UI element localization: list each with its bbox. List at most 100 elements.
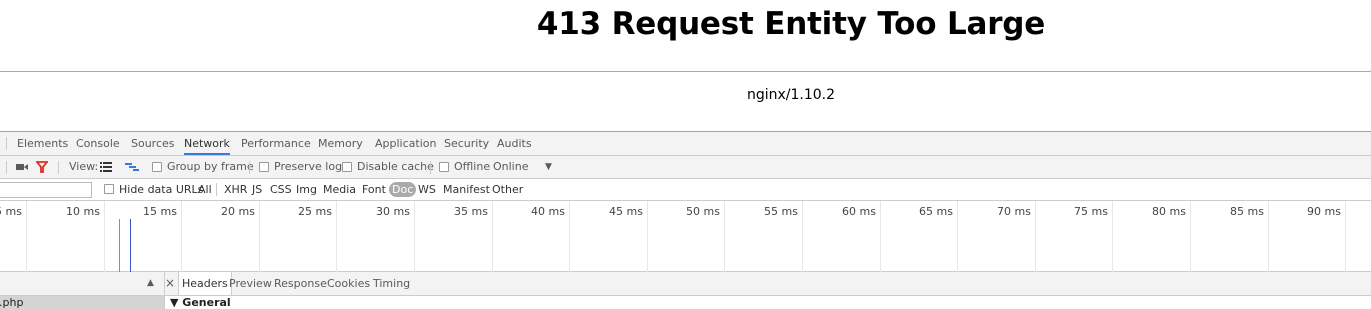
timeline-tick-label: 75 ms bbox=[1074, 205, 1108, 218]
tab-audits[interactable]: Audits bbox=[497, 132, 532, 155]
filter-type-manifest[interactable]: Manifest bbox=[443, 179, 490, 200]
devtools-panel: Elements Console Sources Network Perform… bbox=[0, 131, 1371, 309]
timeline-gridline bbox=[957, 201, 958, 272]
filter-type-all[interactable]: All bbox=[198, 179, 212, 200]
filter-type-ws[interactable]: WS bbox=[418, 179, 436, 200]
filter-type-img[interactable]: Img bbox=[296, 179, 317, 200]
tab-console[interactable]: Console bbox=[76, 132, 120, 155]
filter-type-css[interactable]: CSS bbox=[270, 179, 292, 200]
pane-divider[interactable] bbox=[164, 272, 165, 309]
timeline-tick-label: 65 ms bbox=[919, 205, 953, 218]
tab-network[interactable]: Network bbox=[184, 132, 230, 155]
timeline-tick-label: 80 ms bbox=[1152, 205, 1186, 218]
timeline-gridline bbox=[1035, 201, 1036, 272]
filter-type-font[interactable]: Font bbox=[362, 179, 386, 200]
timeline-gridline bbox=[1268, 201, 1269, 272]
tab-security[interactable]: Security bbox=[444, 132, 489, 155]
timeline-gridline bbox=[181, 201, 182, 272]
timeline-tick-label: 50 ms bbox=[686, 205, 720, 218]
filter-type-xhr[interactable]: XHR bbox=[224, 179, 247, 200]
timeline-gridline bbox=[336, 201, 337, 272]
timeline-tick-label: 85 ms bbox=[1230, 205, 1264, 218]
timeline-tick-label: 70 ms bbox=[997, 205, 1031, 218]
timeline-gridline bbox=[1345, 201, 1346, 272]
divider bbox=[216, 183, 217, 196]
divider bbox=[430, 161, 431, 174]
tab-timing[interactable]: Timing bbox=[373, 272, 410, 295]
timeline-tick-label: 25 ms bbox=[298, 205, 332, 218]
disable-cache-label: Disable cache bbox=[357, 160, 434, 173]
filter-bar: Hide data URLs All XHR JS CSS Img Media … bbox=[0, 179, 1371, 201]
timeline-tick-label: 40 ms bbox=[531, 205, 565, 218]
filter-icon[interactable] bbox=[36, 161, 48, 173]
load-event-marker bbox=[119, 219, 120, 272]
tab-memory[interactable]: Memory bbox=[318, 132, 363, 155]
timeline-gridline bbox=[492, 201, 493, 272]
timeline-tick-label: 45 ms bbox=[609, 205, 643, 218]
timeline-gridline bbox=[414, 201, 415, 272]
tab-cookies[interactable]: Cookies bbox=[327, 272, 370, 295]
preserve-log-label: Preserve log bbox=[274, 160, 343, 173]
group-by-frame-label: Group by frame bbox=[167, 160, 254, 173]
request-name: .php bbox=[0, 296, 24, 309]
video-camera-icon[interactable] bbox=[16, 162, 28, 172]
large-rows-icon[interactable] bbox=[100, 162, 112, 172]
timeline-gridline bbox=[104, 201, 105, 272]
offline-checkbox[interactable] bbox=[439, 162, 449, 172]
timeline-tick-label: 15 ms bbox=[143, 205, 177, 218]
timeline-tick-label: 10 ms bbox=[66, 205, 100, 218]
tab-performance[interactable]: Performance bbox=[241, 132, 311, 155]
sort-up-icon[interactable]: ▲ bbox=[147, 272, 154, 295]
request-row[interactable]: .php bbox=[0, 296, 164, 309]
throttling-select[interactable]: Online bbox=[493, 156, 528, 178]
tab-elements[interactable]: Elements bbox=[17, 132, 68, 155]
timeline-gridline bbox=[1112, 201, 1113, 272]
timeline-overview[interactable]: 5 ms 10 ms 15 ms 20 ms 25 ms 30 ms 35 ms 40 ms 4… bbox=[0, 201, 1371, 272]
filter-input[interactable] bbox=[0, 182, 92, 198]
timeline-tick-label: 60 ms bbox=[842, 205, 876, 218]
details-tabbar: ▲ × Headers Preview Response Cookies Tim… bbox=[0, 272, 1371, 296]
tab-headers[interactable]: Headers bbox=[178, 272, 232, 295]
timeline-tick-label: 55 ms bbox=[764, 205, 798, 218]
view-label: View: bbox=[69, 160, 99, 173]
network-toolbar: View: Group by frame Preserve log Disabl… bbox=[0, 156, 1371, 179]
devtools-tabbar: Elements Console Sources Network Perform… bbox=[0, 132, 1371, 156]
timeline-gridline bbox=[724, 201, 725, 272]
filter-type-js[interactable]: JS bbox=[252, 179, 262, 200]
filter-type-doc[interactable]: Doc bbox=[389, 182, 417, 197]
timeline-gridline bbox=[26, 201, 27, 272]
close-icon[interactable]: × bbox=[165, 272, 175, 295]
divider bbox=[249, 161, 250, 174]
horizontal-rule bbox=[0, 71, 1371, 72]
timeline-gridline bbox=[1190, 201, 1191, 272]
page-title: 413 Request Entity Too Large bbox=[536, 6, 1046, 42]
timeline-gridline bbox=[802, 201, 803, 272]
filter-type-media[interactable]: Media bbox=[323, 179, 356, 200]
divider bbox=[6, 161, 7, 174]
disable-cache-checkbox[interactable] bbox=[342, 162, 352, 172]
tab-sources[interactable]: Sources bbox=[131, 132, 175, 155]
tab-preview[interactable]: Preview bbox=[229, 272, 272, 295]
filter-type-other[interactable]: Other bbox=[492, 179, 523, 200]
server-version: nginx/1.10.2 bbox=[746, 87, 836, 103]
timeline-tick-label: 20 ms bbox=[221, 205, 255, 218]
group-by-frame-checkbox[interactable] bbox=[152, 162, 162, 172]
hide-data-urls-label: Hide data URLs bbox=[119, 183, 204, 196]
timeline-gridline bbox=[259, 201, 260, 272]
timeline-tick-label: 30 ms bbox=[376, 205, 410, 218]
timeline-gridline bbox=[647, 201, 648, 272]
timeline-gridline bbox=[880, 201, 881, 272]
timeline-tick-label: 90 ms bbox=[1307, 205, 1341, 218]
timeline-tick-label: 5 ms bbox=[0, 205, 22, 218]
hide-data-urls-checkbox[interactable] bbox=[104, 184, 114, 194]
general-section-header[interactable]: ▼ General bbox=[170, 296, 231, 309]
tab-application[interactable]: Application bbox=[375, 132, 436, 155]
timeline-gridline bbox=[569, 201, 570, 272]
divider bbox=[6, 137, 7, 150]
dom-content-loaded-marker bbox=[130, 219, 131, 272]
waterfall-icon[interactable] bbox=[125, 162, 139, 172]
offline-label: Offline bbox=[454, 160, 491, 173]
tab-response[interactable]: Response bbox=[274, 272, 327, 295]
preserve-log-checkbox[interactable] bbox=[259, 162, 269, 172]
chevron-down-icon[interactable]: ▼ bbox=[545, 156, 552, 178]
